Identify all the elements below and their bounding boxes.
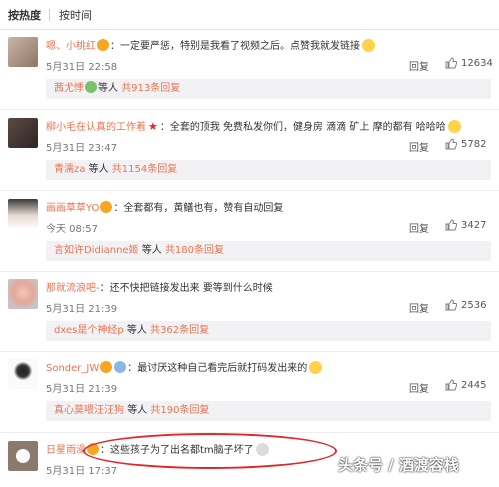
sub-reply-count-link[interactable]: 共190条回复: [150, 405, 209, 416]
comment-time: 5月31日 22:58: [46, 62, 118, 73]
comment-line: 嗯、小桃红 ：一定要严惩，特别是我看了视频之后。点赞我就发链接: [46, 37, 491, 53]
watermark: 头条号 / 酒渡容栈: [338, 456, 459, 474]
reply-button[interactable]: 回复: [409, 220, 429, 235]
heart-badge-icon: [114, 361, 127, 373]
reply-button[interactable]: 回复: [409, 380, 429, 395]
thumbs-up-icon[interactable]: [445, 299, 457, 311]
comment-line: 画画草草YO ：全套都有，黄鳝也有，赞有自动回复: [46, 199, 491, 215]
sub-reply-text: 等人: [98, 83, 118, 94]
thumbs-up-icon[interactable]: [445, 57, 457, 69]
comment-line: 那就流浪吧-：还不快把链接发出来 要等到什么时候: [46, 279, 491, 295]
reply-button[interactable]: 回复: [409, 58, 429, 73]
thumbs-up-icon[interactable]: [445, 138, 457, 150]
like-count: 2445: [461, 380, 487, 391]
comment-time: 5月31日 21:39: [46, 304, 118, 315]
sub-reply-user[interactable]: dxes是个神经p: [54, 325, 124, 336]
sub-reply-user[interactable]: 茜尤悸: [54, 83, 84, 94]
reply-button[interactable]: 回复: [409, 139, 429, 154]
avatar[interactable]: [8, 441, 38, 471]
like-count: 2536: [461, 300, 487, 311]
avatar[interactable]: [8, 199, 38, 229]
star-badge-icon: ★: [148, 120, 158, 133]
avatar[interactable]: [8, 359, 38, 389]
username-link[interactable]: 日星雨澡: [46, 445, 86, 456]
like-count: 12634: [461, 58, 493, 69]
username-link[interactable]: 柳小毛在认真的工作着: [46, 122, 146, 133]
like-count: 3427: [461, 220, 487, 231]
app-icon: [16, 449, 30, 463]
emoji-icon: [362, 39, 375, 52]
sort-divider: [49, 9, 50, 21]
divider: [0, 432, 499, 433]
username-link[interactable]: Sonder_JW: [46, 363, 99, 374]
vip-badge-icon: [100, 201, 113, 213]
avatar[interactable]: [8, 118, 38, 148]
reply-button[interactable]: 回复: [409, 300, 429, 315]
comment-time: 5月31日 17:37: [46, 466, 118, 477]
sub-reply-count-link[interactable]: 共1154条回复: [112, 164, 177, 175]
sub-reply-text: 等人: [88, 164, 109, 175]
sub-reply-count-link[interactable]: 共362条回复: [150, 325, 209, 336]
divider: [0, 29, 499, 30]
vip-badge-icon: [85, 81, 97, 93]
vip-badge-icon: [100, 361, 113, 373]
highlight-circle: [83, 433, 337, 469]
comment-text: ：还不快把链接发出来 要等到什么时候: [99, 283, 273, 294]
emoji-icon: [309, 361, 323, 374]
sort-by-time-tab[interactable]: 按时间: [59, 7, 92, 23]
sub-replies[interactable]: 茜尤悸 等人 共913条回复: [46, 79, 491, 99]
sub-replies[interactable]: 言如许Didianne姬 等人 共180条回复: [46, 241, 491, 261]
comment-time: 今天 08:57: [46, 224, 98, 235]
comment-text: ：全套都有，黄鳝也有，赞有自动回复: [113, 203, 284, 214]
sub-replies[interactable]: 真心莫喂汪汪狗 等人 共190条回复: [46, 401, 491, 421]
sub-reply-text: 等人: [127, 405, 148, 416]
divider: [0, 190, 499, 191]
avatar[interactable]: [8, 37, 38, 67]
divider: [0, 351, 499, 352]
thumbs-up-icon[interactable]: [445, 379, 457, 391]
sub-replies[interactable]: dxes是个神经p 等人 共362条回复: [46, 321, 491, 341]
username-link[interactable]: 嗯、小桃红: [46, 41, 96, 52]
sub-reply-text: 等人: [141, 245, 162, 256]
avatar[interactable]: [8, 279, 38, 309]
username-link[interactable]: 那就流浪吧-: [46, 283, 100, 294]
username-link[interactable]: 画画草草YO: [46, 203, 99, 214]
vip-badge-icon: [97, 39, 109, 51]
divider: [0, 271, 499, 272]
sub-reply-user[interactable]: 青濡za: [54, 164, 85, 175]
comment-text: ：最讨厌这种自己看完后就打码发出来的: [127, 363, 308, 374]
sub-reply-user[interactable]: 真心莫喂汪汪狗: [54, 405, 124, 416]
thumbs-up-icon[interactable]: [445, 219, 457, 231]
comment-time: 5月31日 21:39: [46, 384, 118, 395]
sub-replies[interactable]: 青濡za 等人 共1154条回复: [46, 160, 491, 180]
comment-time: 5月31日 23:47: [46, 143, 118, 154]
sub-reply-user[interactable]: 言如许Didianne姬: [54, 245, 139, 256]
sub-reply-text: 等人: [126, 325, 147, 336]
divider: [0, 109, 499, 110]
comment-text: ：一定要严惩，特别是我看了视频之后。点赞我就发链接: [110, 41, 360, 52]
comment-line: 柳小毛在认真的工作着 ★ ：全套的顶我 免费私发你们，健身房 滴滴 矿上 摩的都有 …: [46, 118, 491, 134]
like-count: 5782: [461, 139, 487, 150]
comment-line: Sonder_JW ：最讨厌这种自己看完后就打码发出来的: [46, 359, 491, 375]
sort-bar: 按热度 按时间: [0, 0, 499, 30]
comment-text: ：全套的顶我 免费私发你们，健身房 滴滴 矿上 摩的都有 哈哈哈: [159, 122, 446, 133]
sort-by-hot-tab[interactable]: 按热度: [8, 7, 41, 23]
sub-reply-count-link[interactable]: 共913条回复: [121, 83, 180, 94]
emoji-icon: [447, 120, 461, 133]
sub-reply-count-link[interactable]: 共180条回复: [165, 245, 224, 256]
